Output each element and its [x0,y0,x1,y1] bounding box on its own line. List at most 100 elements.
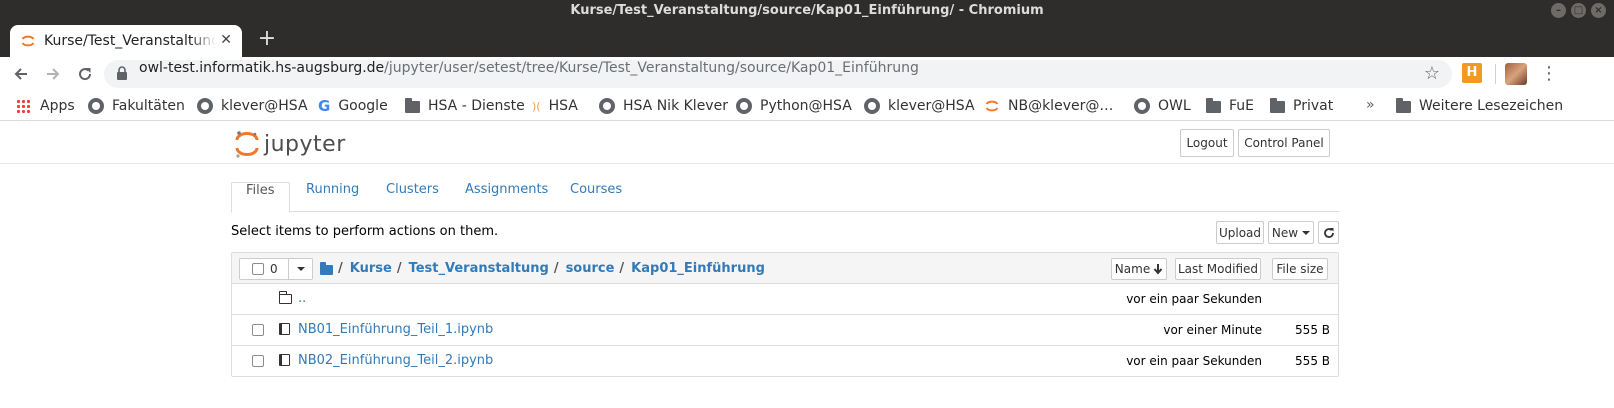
breadcrumb-source[interactable]: source [566,261,615,276]
tab-strip: Kurse/Test_Veranstaltung/source/Kap01_Ei… [0,22,1614,57]
bookmark-python-hsa[interactable]: Python@HSA [736,91,852,121]
item-modified: vor einer Minute [1163,323,1262,337]
browser-toolbar: owl-test.informatik.hs-augsburg.de/jupyt… [0,57,1614,91]
extension-icon[interactable]: H [1462,63,1482,83]
profile-avatar[interactable] [1505,63,1527,85]
bookmark-fue[interactable]: FuE [1206,91,1254,121]
forward-icon[interactable] [41,62,65,86]
bookmark-owl[interactable]: OWL [1134,91,1191,121]
window-title: Kurse/Test_Veranstaltung/source/Kap01_Ei… [570,3,1044,18]
google-icon: G [318,97,331,115]
new-button-label: New [1271,225,1299,240]
tab-assignments[interactable]: Assignments [451,182,562,213]
url-host: owl-test.informatik.hs-augsburg.de [139,60,385,76]
bookmark-label: HSA - Dienste [428,98,525,114]
bookmark-klever-hsa[interactable]: klever@HSA [197,91,308,121]
bookmark-weitere-lesezeichen[interactable]: Weitere Lesezeichen [1396,91,1563,121]
new-dropdown-button[interactable]: New [1268,221,1314,244]
url-path: /jupyter/user/setest/tree/Kurse/Test_Ver… [384,60,919,76]
selection-hint: Select items to perform actions on them. [231,224,499,239]
folder-icon [405,98,420,113]
bookmark-label: Apps [40,98,75,114]
refresh-button[interactable] [1318,221,1339,244]
tab-courses[interactable]: Courses [556,182,636,213]
breadcrumb-kurse[interactable]: Kurse [350,261,392,276]
bookmark-label: Google [338,98,388,114]
tab-clusters[interactable]: Clusters [372,182,453,213]
home-folder-icon[interactable] [320,261,333,275]
reload-icon[interactable] [73,62,97,86]
globe-icon [1134,98,1150,114]
bookmark-privat[interactable]: Privat [1270,91,1333,121]
jupyter-logo[interactable]: jupyter [234,129,346,159]
sort-name-button[interactable]: Name [1111,258,1167,280]
item-name[interactable]: NB02_Einführung_Teil_2.ipynb [298,346,493,376]
bookmark-apps[interactable]: Apps [16,91,75,121]
table-row[interactable]: NB02_Einführung_Teil_2.ipynb vor ein paa… [232,346,1338,377]
breadcrumb-separator: / [553,261,559,276]
bookmark-hsa[interactable]: )( HSA [532,91,578,121]
minimize-icon[interactable]: – [1551,3,1566,18]
logout-button[interactable]: Logout [1180,129,1234,157]
bookmark-nb-klever[interactable]: NB@klever@… [984,91,1113,121]
window-controls: – □ × [1551,3,1606,18]
maximize-icon[interactable]: □ [1571,3,1586,18]
globe-icon [88,98,104,114]
main-tabs: Files Running Clusters Assignments Cours… [231,182,1339,213]
folder-icon [1206,98,1221,113]
breadcrumb-separator: / [396,261,402,276]
breadcrumb: / Kurse / Test_Veranstaltung / source / … [320,253,765,284]
jupyter-icon [985,100,999,112]
apps-icon [16,99,30,113]
jupyter-favicon-icon [21,35,35,47]
bookmark-fakultaeten[interactable]: Fakultäten [88,91,185,121]
close-window-icon[interactable]: × [1591,3,1606,18]
jupyter-page: jupyter Logout Control Panel Files Runni… [0,122,1614,408]
globe-icon [197,98,213,114]
upload-button[interactable]: Upload [1216,221,1264,244]
bookmark-star-icon[interactable]: ☆ [1424,63,1440,84]
arrow-down-icon [1153,263,1163,275]
table-row-parent[interactable]: .. vor ein paar Sekunden [232,284,1338,315]
tab-close-icon[interactable]: ✕ [220,32,232,48]
toolbar-divider [1495,64,1496,84]
item-size: 555 B [1295,323,1330,337]
tab-files[interactable]: Files [231,182,290,213]
breadcrumb-separator: / [338,261,343,276]
bookmark-label: Python@HSA [760,98,852,114]
select-all-checkbox[interactable] [252,263,264,275]
breadcrumb-kap01[interactable]: Kap01_Einführung [631,261,765,276]
table-row[interactable]: NB01_Einführung_Teil_1.ipynb vor einer M… [232,315,1338,346]
bookmarks-overflow-icon[interactable]: » [1366,97,1375,113]
tab-title: Kurse/Test_Veranstaltung/source/Kap01_Ei… [44,33,216,49]
bookmark-google[interactable]: G Google [318,91,388,121]
sort-last-modified-button[interactable]: Last Modified [1175,258,1261,280]
tab-running[interactable]: Running [292,182,373,213]
new-tab-icon[interactable]: + [255,26,279,52]
bookmark-label: Weitere Lesezeichen [1419,98,1564,114]
bookmark-hsa-dienste[interactable]: HSA - Dienste [405,91,525,121]
select-menu-toggle[interactable] [288,259,313,279]
bookmark-label: HSA Nik Klever [623,98,728,114]
select-all-control[interactable]: 0 [239,258,313,280]
notebook-icon [279,354,290,369]
back-icon[interactable] [9,62,33,86]
control-panel-button[interactable]: Control Panel [1238,129,1330,157]
sort-name-label: Name [1114,262,1151,276]
breadcrumb-test-veranstaltung[interactable]: Test_Veranstaltung [409,261,549,276]
refresh-icon [1323,227,1334,238]
browser-tab[interactable]: Kurse/Test_Veranstaltung/source/Kap01_Ei… [10,25,242,57]
item-name[interactable]: NB01_Einführung_Teil_1.ipynb [298,315,493,345]
row-checkbox[interactable] [252,355,264,367]
notebook-icon [279,323,290,338]
item-name[interactable]: .. [298,284,306,314]
bookmark-klever-hsa-2[interactable]: klever@HSA [864,91,975,121]
bookmarks-bar: Apps Fakultäten klever@HSA G Google HSA … [0,91,1614,121]
address-bar[interactable]: owl-test.informatik.hs-augsburg.de/jupyt… [104,60,1452,88]
bookmark-hsa-nik-klever[interactable]: HSA Nik Klever [599,91,728,121]
bookmark-label: FuE [1229,98,1255,114]
menu-dots-icon[interactable]: ⋮ [1540,62,1558,86]
row-checkbox[interactable] [252,324,264,336]
bookmark-label: klever@HSA [888,98,975,114]
sort-file-size-button[interactable]: File size [1272,258,1328,280]
